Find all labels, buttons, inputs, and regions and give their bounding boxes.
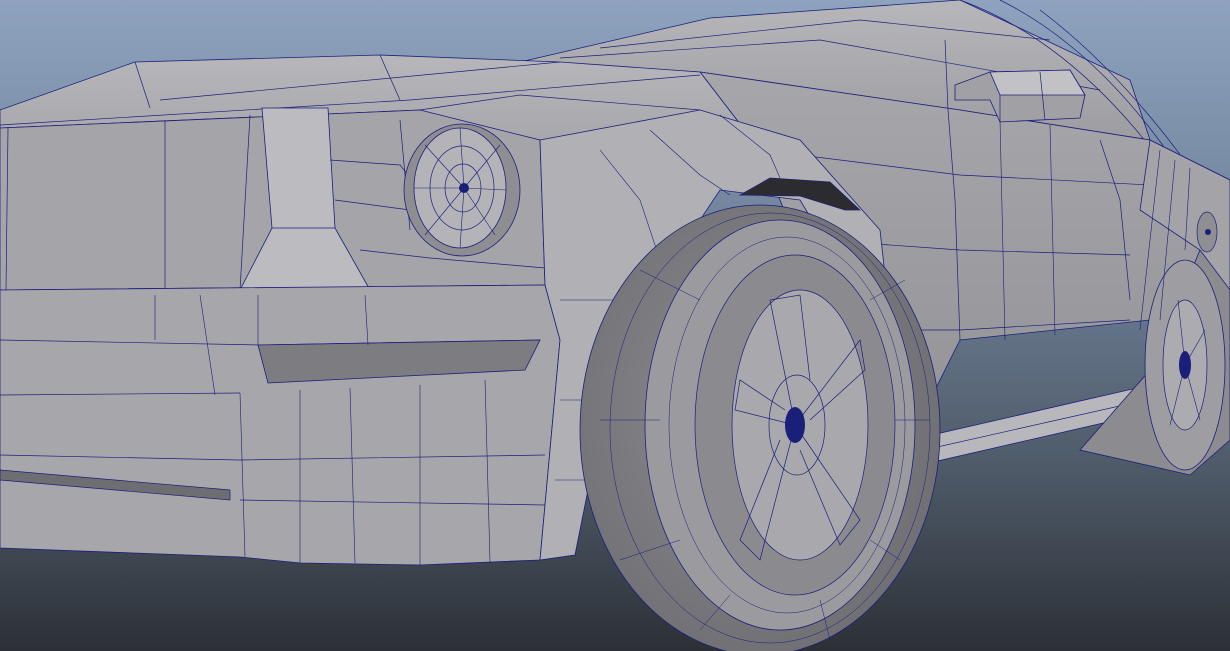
car-wireframe-scene[interactable] [0,0,1230,651]
headlight-mesh [403,123,521,257]
modeling-viewport[interactable] [0,0,1230,651]
front-wheel [579,204,941,651]
front-bumper-mesh [0,284,561,566]
